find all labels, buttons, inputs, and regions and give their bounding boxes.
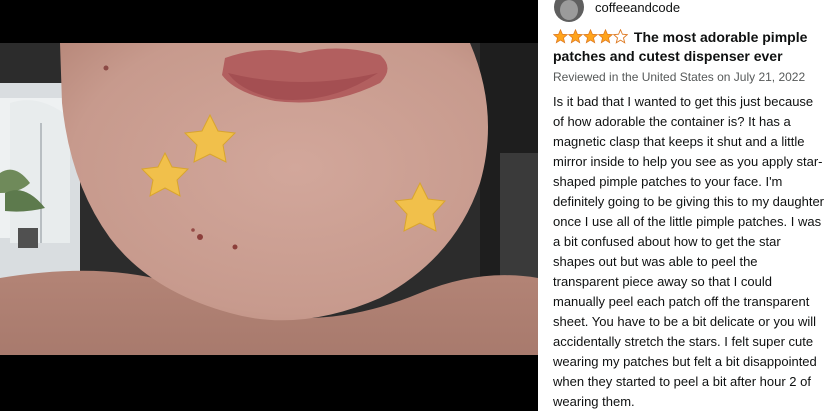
star-icon (583, 29, 598, 44)
star-icon (598, 29, 613, 44)
star-empty-icon (613, 29, 628, 44)
media-viewer (0, 0, 538, 411)
review-photo[interactable] (0, 43, 538, 355)
avatar-silhouette (560, 0, 578, 20)
review-panel: coffeeandcode The most adorable pimple p… (538, 0, 828, 411)
review-date: Reviewed in the United States on July 21… (553, 70, 806, 84)
review-title-row: The most adorable pimple patches and cut… (553, 28, 825, 66)
star-icon (568, 29, 583, 44)
star-rating[interactable] (553, 29, 628, 44)
review-author[interactable]: coffeeandcode (554, 0, 680, 22)
review-body: Is it bad that I wanted to get this just… (553, 94, 825, 409)
star-icon (553, 29, 568, 44)
author-name[interactable]: coffeeandcode (595, 0, 680, 15)
user-avatar-icon[interactable] (554, 0, 584, 22)
